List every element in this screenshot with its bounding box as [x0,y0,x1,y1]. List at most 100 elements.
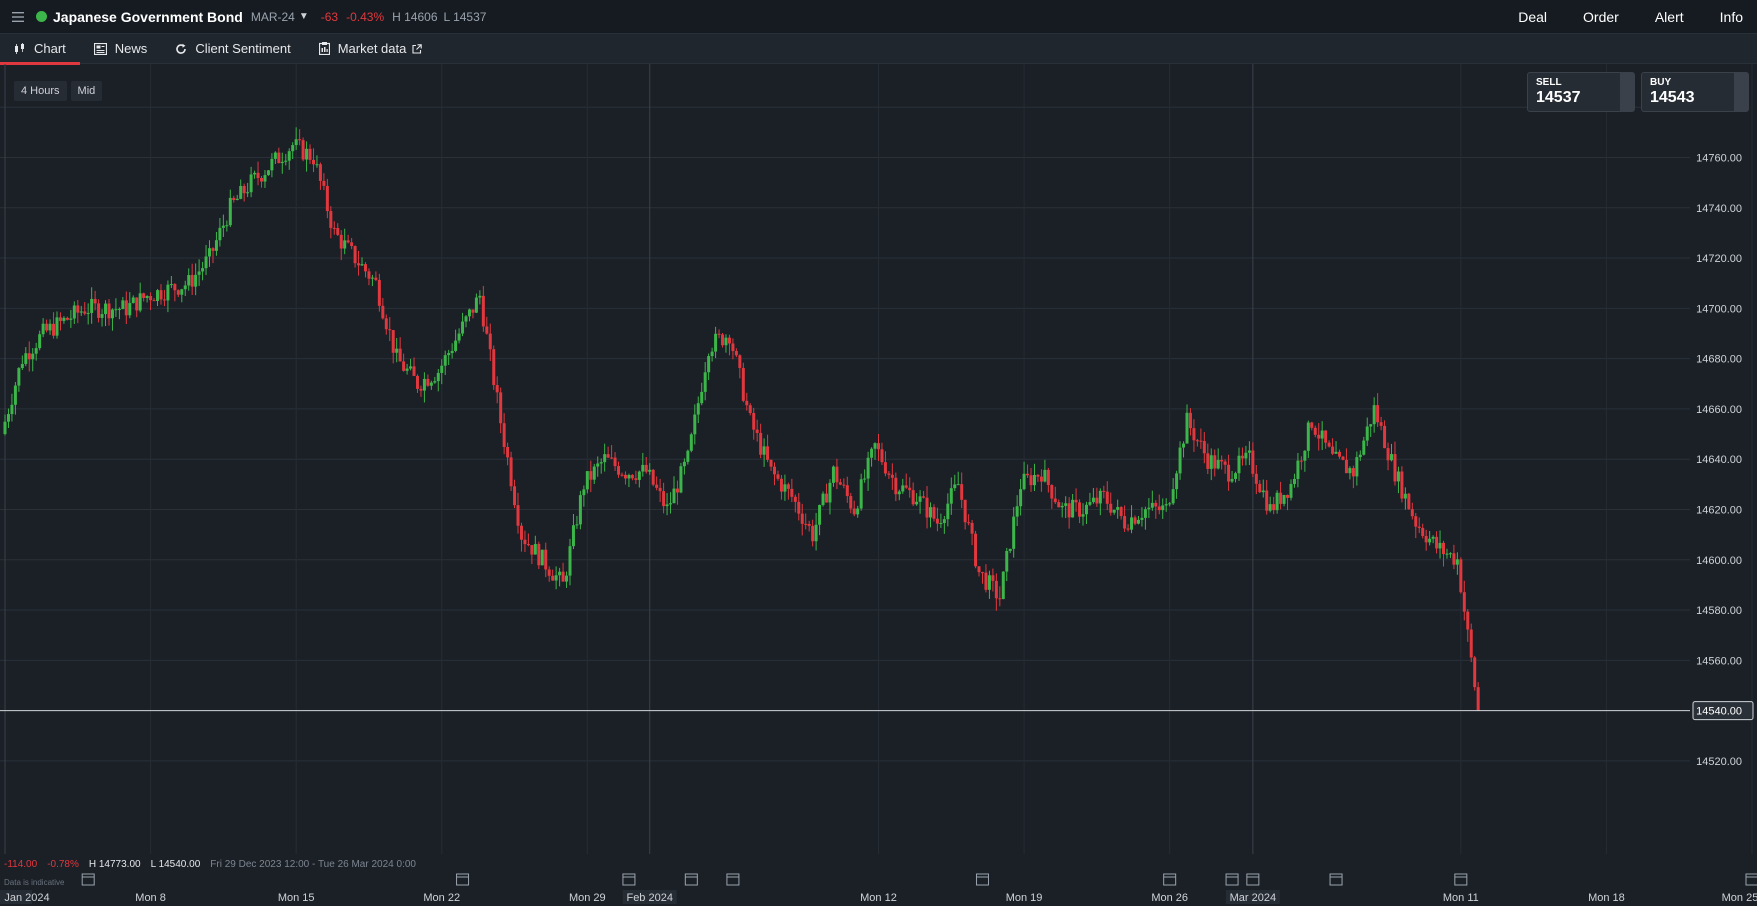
info-button[interactable]: Info [1706,9,1757,25]
candle-body [1383,425,1387,449]
candle-body [987,575,991,590]
candle-body [1476,687,1480,711]
interval-selector[interactable]: 4 Hours [14,81,67,101]
candle-body [409,366,413,369]
tab-news[interactable]: News [80,34,162,64]
x-tick-label: Mon 12 [860,892,897,904]
candle-body [658,487,662,492]
y-tick-label: 14520.00 [1696,756,1742,768]
candle-body [1029,475,1033,486]
candle-body [62,317,66,321]
data-indicative-note: Data is indicative [4,878,65,887]
candle-body [1091,497,1095,503]
candle-body [433,381,437,383]
candle-body [592,466,596,480]
candle-body [1164,504,1168,506]
candle-body [977,566,981,573]
candle-body [928,507,932,518]
candlestick-chart[interactable]: 14780.0014760.0014740.0014720.0014700.00… [0,64,1757,906]
buy-button[interactable]: BUY 14543 [1641,72,1749,112]
candle-body [270,158,274,171]
candle-body [443,355,447,366]
candle-body [436,372,440,382]
candle-body [249,174,253,193]
candle-body [1455,559,1459,565]
candle-body [1400,471,1404,499]
candle-body [308,148,312,160]
candle-body [710,351,714,357]
sell-button[interactable]: SELL 14537 [1527,72,1635,112]
candle-body [582,489,586,496]
candle-body [402,361,406,371]
candle-body [183,285,187,290]
contract-label: MAR-24 [250,9,295,24]
alert-button[interactable]: Alert [1641,9,1698,25]
hamburger-menu-icon[interactable] [0,0,36,34]
candle-body [842,484,846,486]
calendar-event-icon [726,873,740,886]
candle-body [1327,442,1331,447]
candle-body [180,289,184,295]
candle-body [79,311,83,313]
candle-body [1081,514,1085,517]
candle-body [1254,473,1258,484]
candle-body [1469,629,1473,658]
candle-body [1362,440,1366,455]
candle-body [253,172,257,175]
price-type-selector[interactable]: Mid [70,81,103,101]
candle-body [301,140,305,160]
market-open-status-icon [36,11,47,22]
candle-body [1123,516,1127,529]
candle-body [1317,434,1321,439]
candle-body [953,484,957,489]
candle-body [908,487,912,491]
tab-label: Client Sentiment [195,41,291,56]
calendar-event-icon [1246,873,1260,886]
candle-body [194,274,198,287]
deal-button[interactable]: Deal [1504,9,1561,25]
candle-body [152,300,156,302]
candle-body [585,471,589,490]
candle-body [149,296,153,301]
candle-body [1286,494,1290,498]
session-high: H 14606 [392,9,438,24]
candle-body [935,518,939,524]
candle-body [1220,459,1224,462]
candle-body [395,348,399,353]
caret-down-icon: ▼ [298,11,309,22]
y-tick-label: 14620.00 [1696,504,1742,516]
candle-body [1310,422,1314,428]
candle-body [419,388,423,391]
candle-body [65,317,69,320]
candle-body [717,333,721,335]
candle-body [942,519,946,524]
candle-body [530,545,534,555]
candle-body [1015,506,1019,517]
order-button[interactable]: Order [1569,9,1633,25]
candle-body [1046,469,1050,486]
candle-body [558,571,562,576]
candle-body [121,300,125,309]
candle-body [422,378,426,391]
price-chart-panel[interactable]: 14780.0014760.0014740.0014720.0014700.00… [0,64,1757,906]
candle-body [1251,450,1255,474]
candle-body [242,185,246,194]
candle-body [606,454,610,458]
x-tick-label: Mon 18 [1588,892,1625,904]
tab-chart[interactable]: Chart [0,34,80,65]
candle-body [1289,483,1293,498]
candle-body [984,572,988,590]
tab-client-sentiment[interactable]: Client Sentiment [161,34,304,64]
candle-body [357,263,361,266]
x-tick-label: Mar 2024 [1230,892,1276,904]
candle-body [273,152,277,159]
candle-body [509,457,513,487]
buy-label: BUY [1650,77,1672,88]
tab-market-data[interactable]: Market data [305,34,437,64]
candle-body [1279,492,1283,504]
candle-body [166,284,170,301]
contract-selector[interactable]: MAR-24 ▼ [251,10,309,24]
candle-body [350,242,354,247]
candle-body [779,478,783,492]
candle-body [13,385,17,405]
